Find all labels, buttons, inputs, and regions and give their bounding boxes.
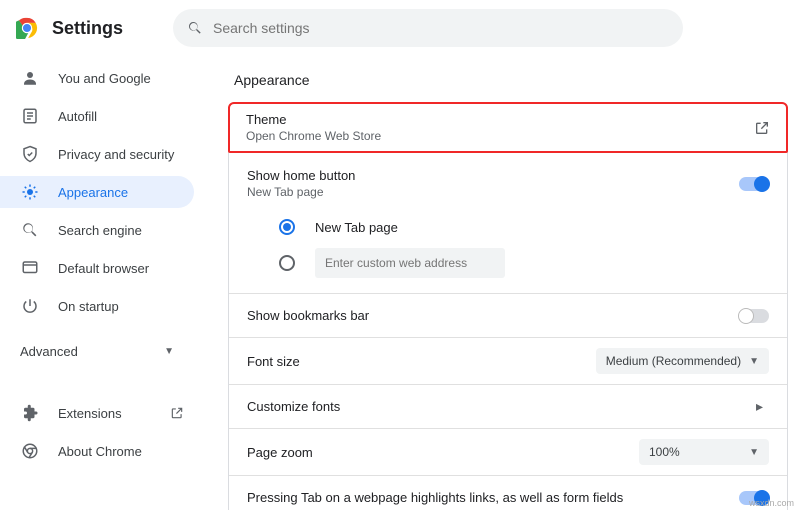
- select-value: 100%: [649, 445, 680, 459]
- browser-icon: [20, 258, 40, 278]
- search-icon: [187, 20, 203, 36]
- select-value: Medium (Recommended): [606, 354, 741, 368]
- advanced-label: Advanced: [20, 344, 78, 359]
- radio-icon: [279, 219, 295, 235]
- sidebar-item-on-startup[interactable]: On startup: [0, 290, 194, 322]
- sidebar-item-you-and-google[interactable]: You and Google: [0, 62, 194, 94]
- radio-new-tab[interactable]: New Tab page: [279, 209, 787, 245]
- customize-fonts-label: Customize fonts: [247, 399, 750, 414]
- external-link-icon: [754, 120, 770, 136]
- content-area: Appearance Theme Open Chrome Web Store S…: [210, 56, 800, 510]
- power-icon: [20, 296, 40, 316]
- watermark: wsxdn.com: [749, 498, 794, 508]
- chevron-down-icon: ▼: [164, 346, 174, 357]
- sidebar-label: Search engine: [58, 223, 142, 238]
- row-font-size: Font size Medium (Recommended) ▼: [229, 337, 787, 384]
- theme-sub: Open Chrome Web Store: [246, 129, 754, 143]
- sidebar-item-autofill[interactable]: Autofill: [0, 100, 194, 132]
- sidebar-label: Privacy and security: [58, 147, 174, 162]
- row-customize-fonts[interactable]: Customize fonts ▸: [229, 384, 787, 428]
- font-size-select[interactable]: Medium (Recommended) ▼: [596, 348, 769, 374]
- sidebar-item-appearance[interactable]: Appearance: [0, 176, 194, 208]
- chrome-icon: [20, 441, 40, 461]
- chevron-down-icon: ▼: [749, 447, 759, 458]
- appearance-icon: [20, 182, 40, 202]
- sidebar-label: On startup: [58, 299, 119, 314]
- page-title: Settings: [52, 18, 123, 39]
- person-icon: [20, 68, 40, 88]
- search-icon: [20, 220, 40, 240]
- sidebar-label: About Chrome: [58, 444, 142, 459]
- row-page-zoom: Page zoom 100% ▼: [229, 428, 787, 475]
- sidebar-item-default-browser[interactable]: Default browser: [0, 252, 194, 284]
- extensions-icon: [20, 403, 40, 423]
- bookmarks-toggle[interactable]: [739, 309, 769, 323]
- appearance-card: Theme Open Chrome Web Store Show home bu…: [228, 102, 788, 510]
- section-title: Appearance: [234, 72, 788, 88]
- radio-icon: [279, 255, 295, 271]
- tab-highlight-label: Pressing Tab on a webpage highlights lin…: [247, 490, 739, 505]
- home-button-sub: New Tab page: [247, 185, 739, 199]
- page-zoom-label: Page zoom: [247, 445, 639, 460]
- search-input[interactable]: [213, 20, 669, 36]
- home-button-label: Show home button: [247, 168, 739, 183]
- radio-custom-url[interactable]: [279, 245, 787, 281]
- sidebar-item-privacy[interactable]: Privacy and security: [0, 138, 194, 170]
- page-zoom-select[interactable]: 100% ▼: [639, 439, 769, 465]
- row-tab-highlight: Pressing Tab on a webpage highlights lin…: [229, 475, 787, 510]
- sidebar-label: Autofill: [58, 109, 97, 124]
- sidebar-label: Extensions: [58, 406, 122, 421]
- sidebar-label: Appearance: [58, 185, 128, 200]
- shield-icon: [20, 144, 40, 164]
- bookmarks-label: Show bookmarks bar: [247, 308, 739, 323]
- sidebar: You and Google Autofill Privacy and secu…: [0, 56, 210, 510]
- sidebar-item-extensions[interactable]: Extensions: [0, 397, 194, 429]
- sidebar-label: You and Google: [58, 71, 151, 86]
- chevron-down-icon: ▼: [749, 356, 759, 367]
- home-button-toggle[interactable]: [739, 177, 769, 191]
- sidebar-advanced[interactable]: Advanced ▼: [0, 330, 210, 373]
- sidebar-item-search-engine[interactable]: Search engine: [0, 214, 194, 246]
- radio-label: New Tab page: [315, 220, 398, 235]
- external-link-icon: [170, 406, 184, 420]
- search-settings[interactable]: [173, 9, 683, 47]
- autofill-icon: [20, 106, 40, 126]
- theme-label: Theme: [246, 112, 754, 127]
- chevron-right-icon: ▸: [750, 398, 769, 415]
- row-bookmarks-bar: Show bookmarks bar: [229, 293, 787, 337]
- sidebar-item-about-chrome[interactable]: About Chrome: [0, 435, 194, 467]
- sidebar-label: Default browser: [58, 261, 149, 276]
- chrome-logo-icon: [16, 17, 38, 39]
- custom-url-input[interactable]: [315, 248, 505, 278]
- font-size-label: Font size: [247, 354, 596, 369]
- row-theme[interactable]: Theme Open Chrome Web Store: [228, 102, 788, 153]
